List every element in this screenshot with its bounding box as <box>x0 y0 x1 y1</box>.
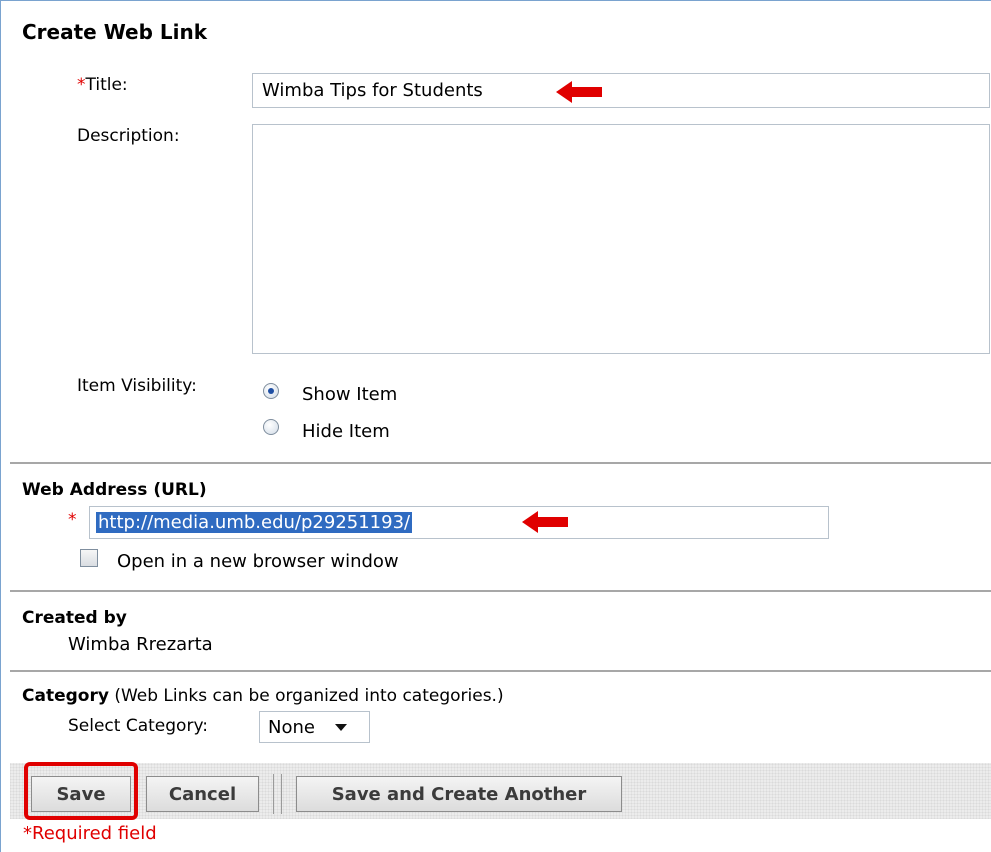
select-category-label: Select Category: <box>68 716 208 736</box>
new-window-checkbox[interactable] <box>80 549 98 567</box>
category-note: (Web Links can be organized into categor… <box>108 686 504 706</box>
section-divider <box>10 590 991 592</box>
new-window-label: Open in a new browser window <box>117 551 399 572</box>
category-selected-value: None <box>268 716 315 738</box>
url-input-value: http://media.umb.edu/p29251193/ <box>96 512 413 533</box>
required-marker: * <box>77 75 86 95</box>
visibility-label: Item Visibility: <box>77 376 197 396</box>
page-title: Create Web Link <box>22 20 208 44</box>
arrow-left-icon <box>556 81 602 103</box>
hide-item-label: Hide Item <box>302 421 390 442</box>
category-heading: Category <box>22 686 109 706</box>
required-field-note: *Required field <box>23 823 157 844</box>
button-divider <box>281 774 282 814</box>
section-divider <box>10 670 991 672</box>
title-input-value: Wimba Tips for Students <box>262 80 483 101</box>
created-by-name: Wimba Rrezarta <box>68 634 213 655</box>
title-input[interactable]: Wimba Tips for Students <box>252 73 990 108</box>
cancel-button[interactable]: Cancel <box>146 776 259 812</box>
hide-item-radio[interactable] <box>263 419 279 435</box>
web-address-heading: Web Address (URL) <box>22 480 207 500</box>
button-divider <box>273 774 274 814</box>
show-item-radio[interactable] <box>263 383 279 399</box>
url-required-marker: * <box>68 510 77 530</box>
save-button[interactable]: Save <box>31 776 131 812</box>
category-heading-row: Category (Web Links can be organized int… <box>22 686 504 706</box>
description-label: Description: <box>77 126 180 146</box>
created-by-heading: Created by <box>22 608 127 628</box>
arrow-left-icon <box>522 511 568 533</box>
save-and-create-another-button[interactable]: Save and Create Another <box>296 776 622 812</box>
dropdown-arrow-icon <box>334 723 347 731</box>
url-input[interactable]: http://media.umb.edu/p29251193/ <box>89 506 829 539</box>
show-item-label: Show Item <box>302 384 398 405</box>
title-label: Title: <box>85 75 128 95</box>
category-select[interactable]: None <box>259 711 370 743</box>
section-divider <box>10 462 991 464</box>
title-label-row: *Title: <box>77 75 128 95</box>
description-textarea[interactable] <box>252 124 990 354</box>
